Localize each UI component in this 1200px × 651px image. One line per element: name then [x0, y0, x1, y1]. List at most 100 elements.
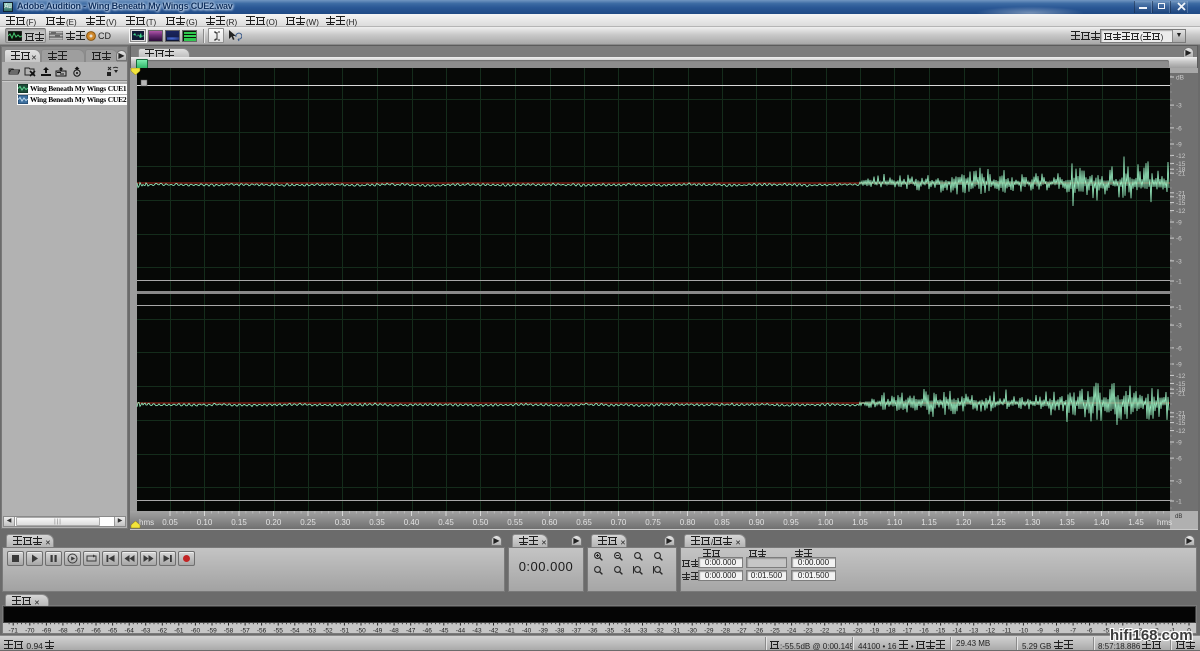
svg-text:-9: -9 [1176, 142, 1182, 149]
svg-text:-12: -12 [986, 628, 996, 635]
svg-text:0.20: 0.20 [266, 518, 282, 527]
svg-text:0.15: 0.15 [231, 518, 247, 527]
svg-text:-14: -14 [952, 628, 962, 635]
svg-text:-32: -32 [654, 628, 664, 635]
svg-text:-15: -15 [936, 628, 946, 635]
svg-text:-41: -41 [505, 628, 515, 635]
svg-text:-3: -3 [1176, 478, 1182, 485]
svg-text:1.10: 1.10 [887, 518, 903, 527]
svg-text:-13: -13 [969, 628, 979, 635]
svg-text:-18: -18 [886, 628, 896, 635]
svg-text:1.15: 1.15 [921, 518, 937, 527]
svg-text:-3: -3 [1176, 323, 1182, 330]
svg-text:-21: -21 [1176, 391, 1186, 398]
svg-text:-61: -61 [174, 628, 184, 635]
svg-text:-6: -6 [1176, 236, 1182, 243]
svg-text:-37: -37 [572, 628, 582, 635]
svg-text:-12: -12 [1176, 153, 1186, 160]
svg-text:-25: -25 [770, 628, 780, 635]
svg-text:-5: -5 [1103, 628, 1109, 635]
svg-text:-60: -60 [191, 628, 201, 635]
svg-text:-23: -23 [803, 628, 813, 635]
svg-text:-3: -3 [1176, 103, 1182, 110]
svg-text:-1: -1 [1176, 305, 1182, 312]
svg-text:-6: -6 [1176, 456, 1182, 463]
svg-text:-6: -6 [1087, 628, 1093, 635]
svg-text:-9: -9 [1037, 628, 1043, 635]
svg-text:-9: -9 [1176, 362, 1182, 369]
svg-text:-50: -50 [356, 628, 366, 635]
svg-text:-39: -39 [538, 628, 548, 635]
svg-text:-21: -21 [1176, 410, 1186, 417]
svg-text:1.35: 1.35 [1059, 518, 1075, 527]
svg-text:-47: -47 [406, 628, 416, 635]
svg-text:-6: -6 [1176, 345, 1182, 352]
svg-text:-56: -56 [257, 628, 267, 635]
svg-text:0.55: 0.55 [507, 518, 523, 527]
svg-text:-11: -11 [1002, 628, 1011, 635]
svg-text:-3: -3 [1176, 258, 1182, 265]
svg-text:0.95: 0.95 [783, 518, 799, 527]
svg-text:-19: -19 [870, 628, 880, 635]
svg-text:-64: -64 [124, 628, 134, 635]
svg-text:-35: -35 [605, 628, 615, 635]
svg-text:-7: -7 [1070, 628, 1076, 635]
svg-text:0.70: 0.70 [611, 518, 627, 527]
svg-text:0.85: 0.85 [714, 518, 730, 527]
svg-text:-53: -53 [307, 628, 317, 635]
svg-text:-57: -57 [240, 628, 250, 635]
svg-text:-42: -42 [489, 628, 499, 635]
svg-text:1.30: 1.30 [1025, 518, 1041, 527]
svg-text:-62: -62 [158, 628, 168, 635]
svg-text:-12: -12 [1176, 373, 1186, 380]
svg-text:-9: -9 [1176, 440, 1182, 447]
svg-text:-69: -69 [42, 628, 52, 635]
svg-text:-20: -20 [853, 628, 863, 635]
svg-text:-55: -55 [273, 628, 283, 635]
svg-text:1.45: 1.45 [1128, 518, 1144, 527]
svg-text:-22: -22 [820, 628, 830, 635]
svg-text:0.40: 0.40 [404, 518, 420, 527]
svg-text:1.05: 1.05 [852, 518, 868, 527]
svg-text:-52: -52 [323, 628, 333, 635]
svg-text:0.10: 0.10 [197, 518, 213, 527]
svg-text:0.90: 0.90 [749, 518, 765, 527]
svg-text:-12: -12 [1176, 208, 1186, 215]
svg-text:-70: -70 [25, 628, 35, 635]
svg-text:-6: -6 [1176, 125, 1182, 132]
svg-text:-21: -21 [1176, 190, 1186, 197]
svg-text:1.00: 1.00 [818, 518, 834, 527]
svg-text:1.25: 1.25 [990, 518, 1006, 527]
svg-text:-29: -29 [704, 628, 714, 635]
svg-text:-58: -58 [224, 628, 234, 635]
svg-text:1.40: 1.40 [1094, 518, 1110, 527]
svg-text:-1: -1 [1176, 499, 1182, 506]
svg-text:0.45: 0.45 [438, 518, 454, 527]
svg-text:-51: -51 [340, 628, 350, 635]
svg-text:-36: -36 [588, 628, 598, 635]
svg-text:1.20: 1.20 [956, 518, 972, 527]
svg-text:-54: -54 [290, 628, 300, 635]
svg-text:0.65: 0.65 [576, 518, 592, 527]
svg-text:0.30: 0.30 [335, 518, 351, 527]
svg-text:-16: -16 [919, 628, 929, 635]
svg-text:-45: -45 [439, 628, 449, 635]
svg-text:-31: -31 [671, 628, 681, 635]
svg-text:-10: -10 [1019, 628, 1029, 635]
svg-text:-38: -38 [555, 628, 565, 635]
svg-text:-28: -28 [721, 628, 731, 635]
svg-text:-46: -46 [422, 628, 432, 635]
svg-text:-65: -65 [108, 628, 118, 635]
svg-text:-21: -21 [1176, 171, 1186, 178]
svg-text:hms: hms [1157, 518, 1172, 527]
svg-text:-12: -12 [1176, 428, 1186, 435]
svg-text:-59: -59 [207, 628, 217, 635]
svg-text:0.60: 0.60 [542, 518, 558, 527]
svg-text:-49: -49 [373, 628, 383, 635]
svg-text:-66: -66 [91, 628, 101, 635]
svg-text:0.75: 0.75 [645, 518, 661, 527]
svg-text:-67: -67 [75, 628, 85, 635]
svg-text:-71: -71 [8, 628, 18, 635]
svg-text:-9: -9 [1176, 220, 1182, 227]
svg-text:-1: -1 [1176, 279, 1182, 286]
